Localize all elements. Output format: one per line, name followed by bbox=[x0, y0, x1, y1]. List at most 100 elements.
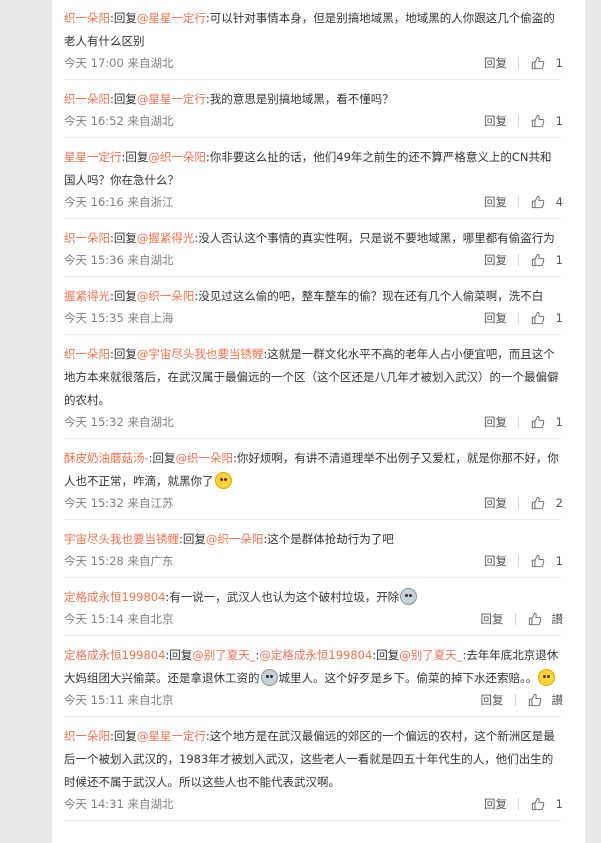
comment-body: 握紧得光:回复@织一朵阳:没见过这么偷的吧，整车整车的偷？现在还有几个人偷菜啊，… bbox=[64, 285, 561, 308]
comment-author[interactable]: 宇宙尽头我也要当锈鲤 bbox=[64, 532, 179, 546]
comment-author[interactable]: 酥皮奶油蘑菇汤- bbox=[64, 451, 149, 465]
comment-item: 握紧得光:回复@织一朵阳:没见过这么偷的吧，整车整车的偷？现在还有几个人偷菜啊，… bbox=[64, 277, 563, 335]
reply-button[interactable]: 回复 bbox=[484, 192, 507, 212]
comment-author[interactable]: 定格成永恒199804 bbox=[64, 590, 165, 604]
mention-at[interactable]: @ bbox=[137, 11, 149, 25]
comment-time: 今天 15:32 bbox=[64, 496, 124, 510]
mention-at[interactable]: @ bbox=[399, 648, 411, 662]
comment-actions: 回复 1 bbox=[484, 111, 563, 131]
comment-meta: 今天 15:35 来自上海 回复 1 bbox=[64, 308, 563, 334]
emoji-icon bbox=[538, 669, 556, 686]
comment-body: 酥皮奶油蘑菇汤-:回复@织一朵阳:你好烦啊，有讲不清道理举不出例子又爱杠，就是你… bbox=[64, 447, 561, 493]
comment-location: 来自上海 bbox=[127, 311, 174, 325]
thumbs-up-icon[interactable] bbox=[531, 253, 545, 267]
mention-at[interactable]: @ bbox=[148, 150, 160, 164]
reply-button[interactable]: 回复 bbox=[484, 111, 507, 131]
mention-at[interactable]: @ bbox=[192, 648, 204, 662]
comment-location: 来自湖北 bbox=[127, 415, 174, 429]
comment-location: 来自北京 bbox=[127, 612, 174, 626]
comment-time: 今天 14:31 bbox=[64, 797, 124, 811]
comment-item: 织一朵阳:回复@星星一定行:我的意思是别搞地域黑，看不懂吗？ 今天 16:52 … bbox=[64, 80, 563, 138]
comment-author[interactable]: 定格成永恒199804 bbox=[64, 648, 165, 662]
comment-author[interactable]: 星星一定行 bbox=[64, 150, 122, 164]
comment-body: 宇宙尽头我也要当锈鲤:回复@织一朵阳:这个是群体抢劫行为了吧 bbox=[64, 528, 561, 551]
comment-author[interactable]: 织一朵阳 bbox=[64, 729, 110, 743]
comment-time: 今天 15:28 bbox=[64, 554, 124, 568]
divider bbox=[518, 115, 519, 127]
mention-at[interactable]: @ bbox=[137, 289, 149, 303]
like-count: 1 bbox=[555, 554, 563, 568]
reply-button[interactable]: 回复 bbox=[484, 794, 507, 814]
quoted-reply-to[interactable]: 别了夏天_ bbox=[411, 648, 463, 662]
comment-author[interactable]: 织一朵阳 bbox=[64, 231, 110, 245]
mention-at[interactable]: @ bbox=[137, 729, 149, 743]
reply-prefix: 回复 bbox=[113, 11, 137, 25]
comment-meta: 今天 15:11 来自北京 回复 讃 bbox=[64, 690, 563, 716]
reply-to-user[interactable]: 宇宙尽头我也要当锈鲤 bbox=[148, 347, 263, 361]
mention-at[interactable]: @ bbox=[137, 347, 149, 361]
comment-item: 织一朵阳:回复@星星一定行:可以针对事情本身，但是别搞地域黑，地域黑的人你跟这几… bbox=[64, 0, 563, 80]
comment-body: 织一朵阳:回复@星星一定行:这个地方是在武汉最偏远的郊区的一个偏远的农村，这个新… bbox=[64, 725, 561, 794]
divider bbox=[518, 254, 519, 266]
comment-location: 来自广东 bbox=[127, 554, 174, 568]
thumbs-up-icon[interactable] bbox=[528, 612, 542, 626]
like-count: 1 bbox=[555, 311, 563, 325]
thumbs-up-icon[interactable] bbox=[531, 415, 545, 429]
reply-to-user[interactable]: 别了夏天_ bbox=[204, 648, 256, 662]
comment-actions: 回复 4 bbox=[484, 192, 563, 212]
divider bbox=[518, 497, 519, 509]
like-count: 1 bbox=[555, 56, 563, 70]
reply-to-user[interactable]: 星星一定行 bbox=[148, 11, 206, 25]
thumbs-up-icon[interactable] bbox=[531, 56, 545, 70]
reply-prefix: 回复 bbox=[113, 231, 137, 245]
divider bbox=[518, 196, 519, 208]
emoji-icon bbox=[214, 472, 232, 489]
mention-at[interactable]: @ bbox=[206, 532, 218, 546]
reply-to-user[interactable]: 星星一定行 bbox=[148, 92, 206, 106]
comment-time: 今天 15:14 bbox=[64, 612, 124, 626]
comment-author[interactable]: 握紧得光 bbox=[64, 289, 110, 303]
mention-at[interactable]: @ bbox=[176, 451, 188, 465]
reply-button[interactable]: 回复 bbox=[484, 551, 507, 571]
comment-item: 织一朵阳:回复@星星一定行:这个地方是在武汉最偏远的郊区的一个偏远的农村，这个新… bbox=[64, 717, 563, 821]
reply-to-user[interactable]: 织一朵阳 bbox=[187, 451, 233, 465]
reply-button[interactable]: 回复 bbox=[481, 690, 504, 710]
reply-to-user[interactable]: 织一朵阳 bbox=[160, 150, 206, 164]
reply-button[interactable]: 回复 bbox=[484, 412, 507, 432]
mention-at[interactable]: @ bbox=[137, 231, 149, 245]
reply-button[interactable]: 回复 bbox=[484, 308, 507, 328]
comment-text: 有一说一，武汉人也认为这个破村垃圾，开除 bbox=[169, 590, 400, 604]
quoted-author[interactable]: 定格成永恒199804 bbox=[271, 648, 372, 662]
comment-body: 星星一定行:回复@织一朵阳:你非要这么扯的话，他们49年之前生的还不算严格意义上… bbox=[64, 146, 561, 192]
comment-time: 今天 15:11 bbox=[64, 693, 124, 707]
comment-author[interactable]: 织一朵阳 bbox=[64, 11, 110, 25]
thumbs-up-icon[interactable] bbox=[531, 195, 545, 209]
mention-at[interactable]: @ bbox=[259, 648, 271, 662]
comment-meta: 今天 16:52 来自湖北 回复 1 bbox=[64, 111, 563, 137]
comment-actions: 回复 1 bbox=[484, 250, 563, 270]
reply-prefix: 回复 bbox=[152, 451, 176, 465]
reply-button[interactable]: 回复 bbox=[484, 53, 507, 73]
thumbs-up-icon[interactable] bbox=[531, 496, 545, 510]
reply-to-user[interactable]: 星星一定行 bbox=[148, 729, 206, 743]
thumbs-up-icon[interactable] bbox=[531, 114, 545, 128]
comment-author[interactable]: 织一朵阳 bbox=[64, 347, 110, 361]
like-count: 4 bbox=[555, 195, 563, 209]
thumbs-up-icon[interactable] bbox=[528, 693, 542, 707]
reply-to-user[interactable]: 握紧得光 bbox=[148, 231, 194, 245]
thumbs-up-icon[interactable] bbox=[531, 311, 545, 325]
comment-body: 定格成永恒199804:有一说一，武汉人也认为这个破村垃圾，开除 bbox=[64, 586, 561, 609]
reply-button[interactable]: 回复 bbox=[484, 493, 507, 513]
comment-item: 定格成永恒199804:有一说一，武汉人也认为这个破村垃圾，开除 今天 15:1… bbox=[64, 578, 563, 636]
reply-button[interactable]: 回复 bbox=[481, 609, 504, 629]
comment-author[interactable]: 织一朵阳 bbox=[64, 92, 110, 106]
comment-meta: 今天 17:00 来自湖北 回复 1 bbox=[64, 53, 563, 79]
reply-button[interactable]: 回复 bbox=[484, 250, 507, 270]
comment-location: 来自湖北 bbox=[127, 56, 174, 70]
mention-at[interactable]: @ bbox=[137, 92, 149, 106]
thumbs-up-icon[interactable] bbox=[531, 554, 545, 568]
reply-to-user[interactable]: 织一朵阳 bbox=[217, 532, 263, 546]
reply-to-user[interactable]: 织一朵阳 bbox=[148, 289, 194, 303]
thumbs-up-icon[interactable] bbox=[531, 797, 545, 811]
comment-location: 来自湖北 bbox=[127, 114, 174, 128]
